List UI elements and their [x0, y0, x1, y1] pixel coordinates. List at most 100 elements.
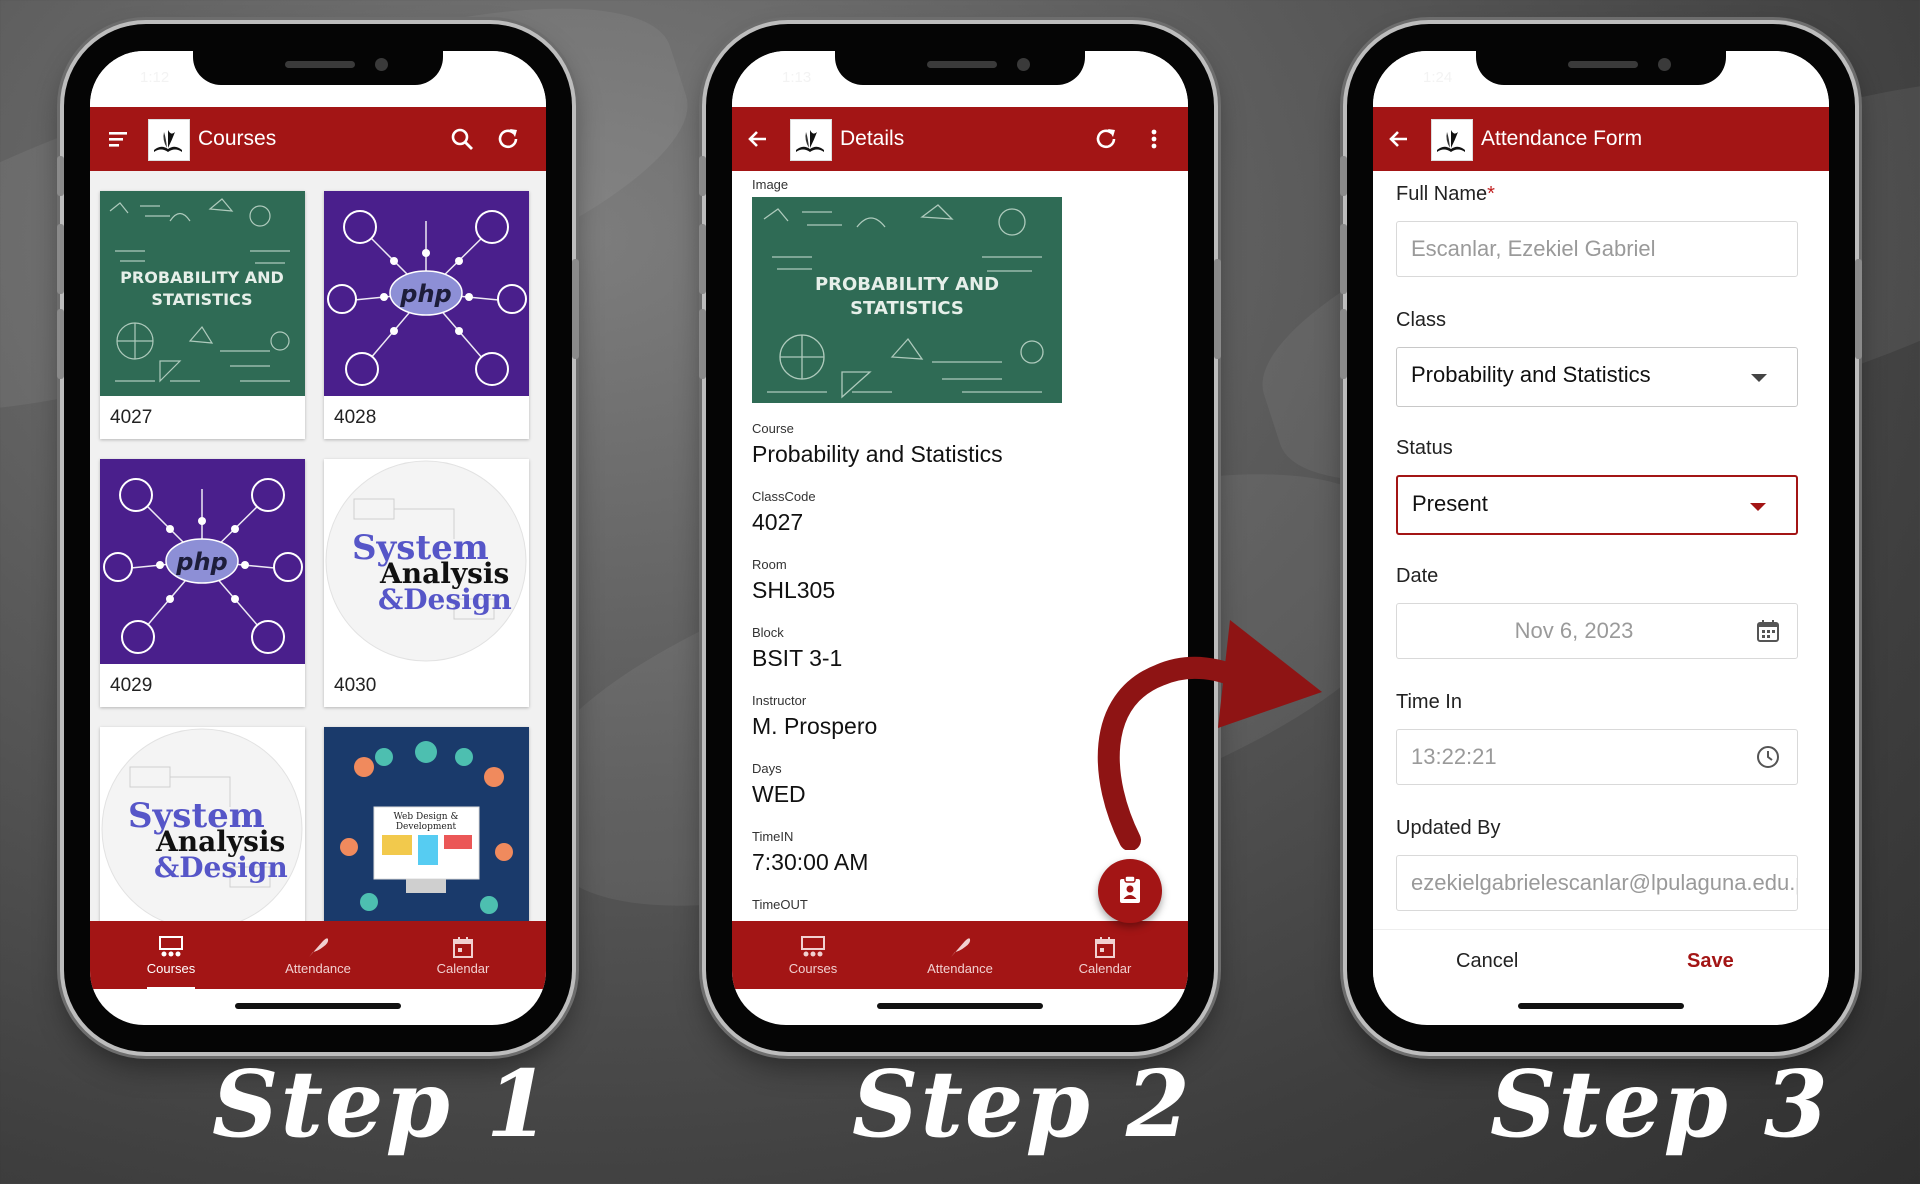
- phone-side-button: [57, 309, 64, 379]
- app-bar: Courses: [90, 107, 546, 171]
- label-classcode: ClassCode: [752, 489, 816, 504]
- home-indicator: [877, 1003, 1043, 1009]
- course-card[interactable]: System Analysis &Design 4030: [324, 459, 529, 707]
- full-name-field[interactable]: Escanlar, Ezekiel Gabriel: [1396, 221, 1798, 277]
- clock-icon[interactable]: [1755, 744, 1781, 776]
- feather-icon: [900, 935, 1020, 961]
- status-time: 1:13: [782, 69, 812, 86]
- course-image-php: php: [100, 459, 305, 664]
- bottom-navigation: Courses Attendance Calendar: [732, 921, 1188, 989]
- course-image-text-line2: STATISTICS: [151, 290, 252, 309]
- course-card[interactable]: php 4028: [324, 191, 529, 439]
- label-full-name: Full Name*: [1396, 183, 1495, 206]
- status-select-value: Present: [1412, 491, 1488, 516]
- class-select[interactable]: Probability and Statistics: [1396, 347, 1798, 407]
- calendar-icon[interactable]: [1755, 618, 1781, 650]
- php-logo-text: php: [399, 280, 451, 308]
- refresh-icon[interactable]: [1092, 125, 1120, 153]
- refresh-icon[interactable]: [494, 125, 522, 153]
- value-classcode: 4027: [752, 509, 804, 535]
- nav-calendar-label: Calendar: [436, 961, 490, 976]
- phone-step-3: 1:24 Attendance Form Full Name* Escanlar…: [1340, 24, 1862, 1052]
- image-text-line2: STATISTICS: [850, 298, 964, 319]
- class-select-value: Probability and Statistics: [1411, 362, 1651, 387]
- course-code: 4029: [110, 675, 153, 696]
- label-block: Block: [752, 625, 784, 640]
- course-code: 4030: [334, 675, 377, 696]
- attendance-form: Full Name* Escanlar, Ezekiel Gabriel Cla…: [1373, 171, 1829, 921]
- course-card[interactable]: Web Design & Development: [324, 727, 529, 921]
- phone-side-button: [1340, 156, 1347, 196]
- course-code: 4027: [110, 407, 153, 428]
- phone-notch: [835, 51, 1085, 85]
- phone-step-2: 1:13 Details Image PROBABILITY AND STATI…: [699, 24, 1221, 1052]
- chevron-down-icon: [1750, 503, 1766, 511]
- course-card[interactable]: PROBABILITY AND STATISTICS 4027: [100, 191, 305, 439]
- value-course: Probability and Statistics: [752, 441, 1003, 467]
- courses-icon: [111, 935, 231, 961]
- value-room: SHL305: [752, 577, 836, 603]
- course-image-probability: PROBABILITY AND STATISTICS: [100, 191, 305, 396]
- phone-side-button: [1855, 259, 1862, 359]
- nav-calendar[interactable]: Calendar: [1045, 935, 1165, 976]
- nav-attendance[interactable]: Attendance: [900, 935, 1020, 976]
- nav-attendance-label: Attendance: [285, 961, 351, 976]
- page-title: Attendance Form: [1481, 127, 1643, 150]
- course-image-php: php: [324, 191, 529, 396]
- step-2-caption: Step 2: [852, 1050, 1192, 1158]
- nav-courses[interactable]: Courses: [111, 935, 231, 990]
- phone-notch: [193, 51, 443, 85]
- nav-courses-label: Courses: [146, 961, 196, 976]
- value-days: WED: [752, 781, 806, 807]
- calendar-icon: [403, 935, 523, 961]
- phone-side-button: [1340, 224, 1347, 294]
- date-field[interactable]: Nov 6, 2023: [1396, 603, 1798, 659]
- bottom-navigation: Courses Attendance Calendar: [90, 921, 546, 990]
- back-arrow-icon[interactable]: [1385, 125, 1413, 153]
- nav-courses[interactable]: Courses: [753, 935, 873, 976]
- home-indicator: [1518, 1003, 1684, 1009]
- phone-side-button: [699, 224, 706, 294]
- time-in-value: 13:22:21: [1411, 744, 1497, 769]
- home-indicator: [235, 1003, 401, 1009]
- label-days: Days: [752, 761, 782, 776]
- nav-courses-label: Courses: [788, 961, 838, 976]
- step-3-caption: Step 3: [1490, 1050, 1830, 1158]
- status-select[interactable]: Present: [1396, 475, 1798, 535]
- updated-by-field[interactable]: ezekielgabrielescanlar@lpulaguna.edu.ph: [1396, 855, 1798, 911]
- nav-calendar[interactable]: Calendar: [403, 935, 523, 976]
- app-logo: [790, 119, 832, 161]
- nav-attendance[interactable]: Attendance: [258, 935, 378, 976]
- course-code: 4028: [334, 407, 377, 428]
- feather-icon: [258, 935, 378, 961]
- course-grid: PROBABILITY AND STATISTICS 4027 php 4028…: [90, 171, 546, 921]
- phone-side-button: [1340, 309, 1347, 379]
- course-card[interactable]: php 4029: [100, 459, 305, 707]
- label-instructor: Instructor: [752, 693, 807, 708]
- attendance-fab-button[interactable]: [1098, 859, 1162, 923]
- status-time: 1:24: [1423, 69, 1453, 86]
- calendar-icon: [1045, 935, 1165, 961]
- course-image-system-analysis: System Analysis &Design: [100, 727, 305, 921]
- image-text-development: Development: [396, 822, 457, 832]
- nav-attendance-label: Attendance: [927, 961, 993, 976]
- course-card[interactable]: System Analysis &Design: [100, 727, 305, 921]
- more-vert-icon[interactable]: [1140, 125, 1168, 153]
- save-button[interactable]: Save: [1687, 950, 1734, 973]
- required-mark: *: [1487, 183, 1495, 205]
- value-instructor: M. Prospero: [752, 713, 878, 739]
- courses-icon: [753, 935, 873, 961]
- active-indicator: [147, 987, 195, 990]
- value-timein: 7:30:00 AM: [752, 849, 869, 875]
- label-timein: TimeIN: [752, 829, 794, 844]
- time-in-field[interactable]: 13:22:21: [1396, 729, 1798, 785]
- search-icon[interactable]: [448, 125, 476, 153]
- image-text-web-design: Web Design &: [394, 812, 459, 822]
- back-arrow-icon[interactable]: [744, 125, 772, 153]
- phone-screen: 1:12 Courses PROBABILITY AND STATISTICS …: [90, 51, 546, 1025]
- label-room: Room: [752, 557, 787, 572]
- page-title: Details: [840, 127, 905, 150]
- cancel-button[interactable]: Cancel: [1456, 950, 1518, 973]
- menu-icon[interactable]: [104, 125, 132, 153]
- status-time: 1:12: [140, 69, 170, 86]
